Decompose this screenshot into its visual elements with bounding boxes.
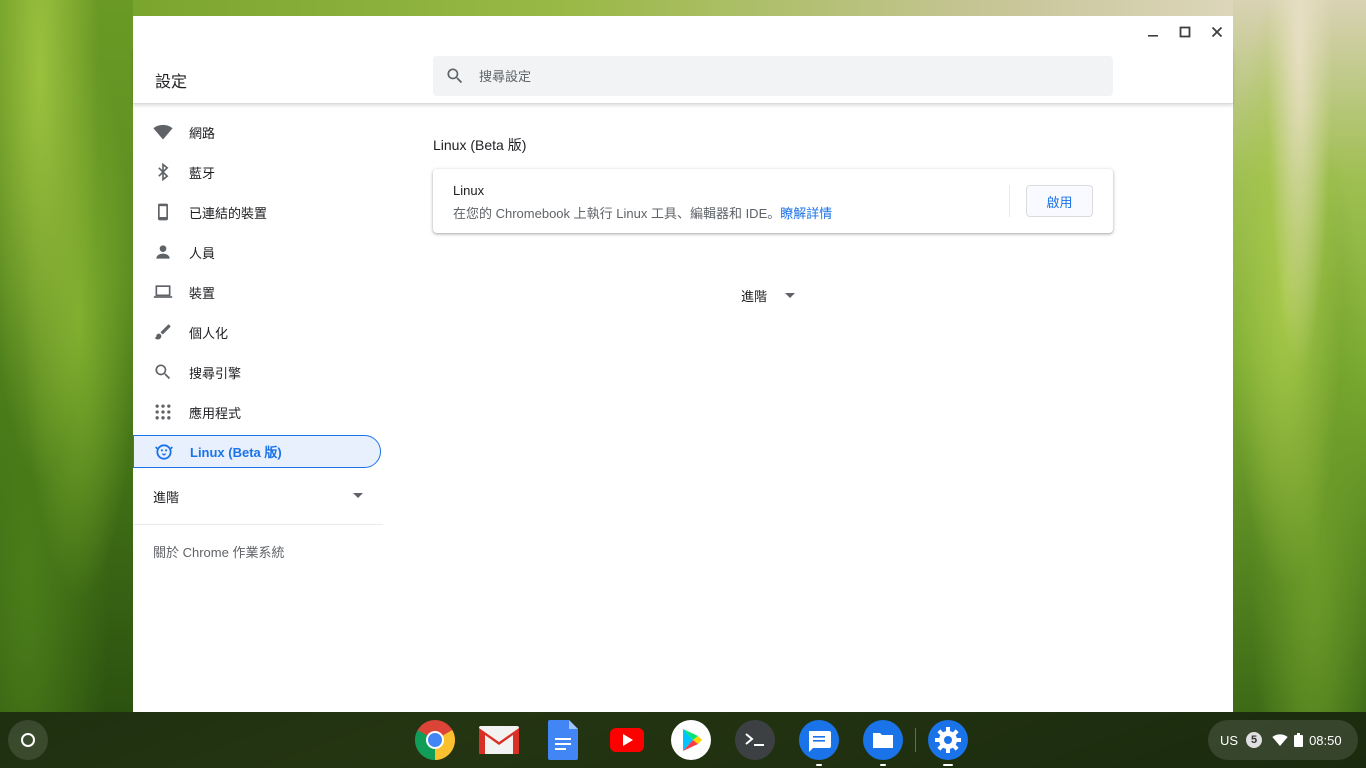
enable-button[interactable]: 啟用 — [1026, 185, 1093, 217]
sidebar-item-label: 藍牙 — [189, 165, 216, 181]
messages-icon — [799, 720, 839, 760]
gmail-icon — [479, 726, 519, 754]
linux-card: Linux 在您的 Chromebook 上執行 Linux 工具、編輯器和 I… — [433, 169, 1113, 233]
caret-down-icon — [785, 292, 796, 298]
settings-header: 設定 — [133, 48, 1233, 104]
apps-grid-icon — [153, 402, 173, 422]
running-indicator — [880, 764, 886, 766]
sidebar-item-label: 裝置 — [189, 285, 216, 301]
docs-icon — [548, 720, 578, 760]
sidebar-item-people[interactable]: 人員 — [133, 232, 383, 272]
card-separator — [1009, 185, 1010, 217]
minimize-icon — [1148, 35, 1158, 37]
laptop-icon — [153, 282, 173, 302]
sidebar-item-label: 人員 — [189, 245, 216, 261]
wallpaper-left — [0, 0, 133, 712]
close-button[interactable] — [1201, 16, 1233, 48]
sidebar-item-label: 搜尋引擎 — [189, 365, 242, 381]
wallpaper-right — [1233, 0, 1366, 712]
sidebar-item-connected-devices[interactable]: 已連結的裝置 — [133, 192, 383, 232]
running-indicator — [816, 764, 822, 766]
sidebar-item-bluetooth[interactable]: 藍牙 — [133, 152, 383, 192]
app-title: 設定 — [155, 74, 188, 91]
sidebar-item-label: 個人化 — [189, 325, 229, 341]
sidebar-item-device[interactable]: 裝置 — [133, 272, 383, 312]
maximize-button[interactable] — [1169, 16, 1201, 48]
sidebar-item-label: 網路 — [189, 125, 216, 141]
sidebar-item-linux[interactable]: Linux (Beta 版) — [133, 435, 381, 468]
bluetooth-icon — [153, 162, 173, 182]
sidebar-item-label: 已連結的裝置 — [189, 205, 268, 221]
search-icon — [153, 362, 173, 382]
brush-icon — [153, 322, 173, 342]
sidebar-item-apps[interactable]: 應用程式 — [133, 392, 383, 432]
sidebar-advanced-toggle[interactable]: 進階 — [133, 472, 383, 520]
ime-indicator: US — [1220, 732, 1239, 748]
card-title: Linux — [453, 183, 485, 198]
shelf-app-chrome[interactable] — [403, 718, 467, 762]
status-tray[interactable]: US 5 08:50 — [1208, 720, 1358, 760]
settings-icon — [928, 720, 968, 760]
shelf-app-docs[interactable] — [531, 718, 595, 762]
youtube-icon — [610, 728, 644, 752]
shelf-app-messages[interactable] — [787, 718, 851, 766]
shelf-app-terminal[interactable] — [723, 718, 787, 762]
shelf-app-settings[interactable] — [916, 718, 980, 766]
sidebar-advanced-label: 進階 — [153, 489, 180, 505]
notification-badge: 5 — [1246, 732, 1263, 748]
shelf-apps — [403, 718, 980, 766]
shelf-app-play-store[interactable] — [659, 718, 723, 762]
settings-window: 設定 網路 藍牙 已連結的裝置 人員 — [133, 16, 1233, 712]
person-icon — [153, 242, 173, 262]
files-icon — [863, 720, 903, 760]
advanced-toggle[interactable]: 進階 — [741, 286, 796, 305]
card-description-text: 在您的 Chromebook 上執行 Linux 工具、編輯器和 IDE。 — [453, 206, 781, 221]
search-box[interactable] — [433, 56, 1113, 96]
shelf-app-youtube[interactable] — [595, 718, 659, 762]
active-indicator — [943, 764, 953, 766]
launcher-button[interactable] — [8, 720, 48, 760]
sidebar-item-label: Linux (Beta 版) — [190, 445, 282, 460]
sidebar: 網路 藍牙 已連結的裝置 人員 裝置 個人化 搜尋引擎 應用程式 Linux (… — [133, 112, 383, 577]
phone-icon — [153, 202, 173, 222]
advanced-toggle-label: 進階 — [741, 289, 768, 304]
shelf: US 5 08:50 — [0, 712, 1366, 768]
main-content: Linux (Beta 版) Linux 在您的 Chromebook 上執行 … — [433, 112, 1113, 304]
sidebar-item-network[interactable]: 網路 — [133, 112, 383, 152]
shelf-app-files[interactable] — [851, 718, 915, 766]
search-input[interactable] — [479, 68, 1079, 84]
sidebar-item-label: 應用程式 — [189, 405, 242, 421]
launcher-circle-icon — [21, 733, 35, 747]
wallpaper-top — [133, 0, 1233, 16]
shelf-app-gmail[interactable] — [467, 718, 531, 762]
battery-icon — [1294, 733, 1304, 747]
chrome-icon — [415, 720, 455, 760]
caret-down-icon — [353, 493, 363, 498]
penguin-icon — [154, 442, 174, 462]
minimize-button[interactable] — [1137, 16, 1169, 48]
search-icon — [447, 68, 463, 84]
sidebar-item-personalization[interactable]: 個人化 — [133, 312, 383, 352]
learn-more-link[interactable]: 瞭解詳情 — [780, 206, 832, 221]
wifi-icon — [1272, 734, 1288, 746]
close-icon — [1211, 26, 1223, 38]
card-description: 在您的 Chromebook 上執行 Linux 工具、編輯器和 IDE。瞭解詳… — [453, 203, 832, 222]
about-chrome-os-link[interactable]: 關於 Chrome 作業系統 — [133, 525, 383, 577]
sidebar-item-search-engine[interactable]: 搜尋引擎 — [133, 352, 383, 392]
clock: 08:50 — [1309, 732, 1342, 748]
wifi-icon — [153, 122, 173, 142]
maximize-icon — [1179, 26, 1191, 38]
section-title: Linux (Beta 版) — [433, 137, 527, 153]
terminal-icon — [735, 720, 775, 760]
window-controls — [1137, 16, 1233, 48]
play-store-icon — [671, 720, 711, 760]
